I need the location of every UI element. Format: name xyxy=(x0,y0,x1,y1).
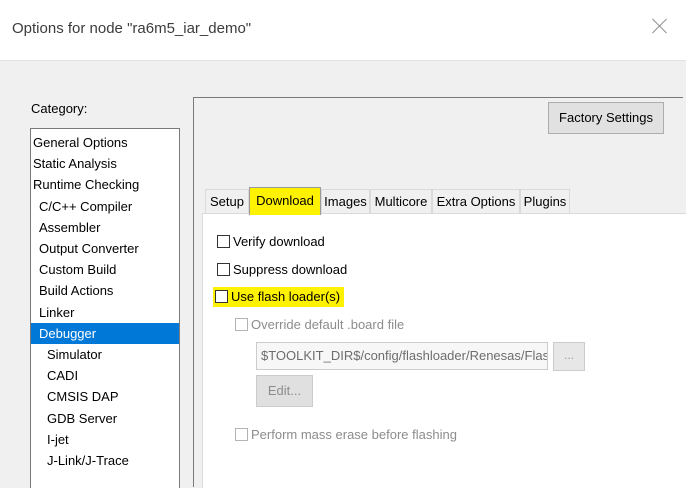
category-item-output-converter[interactable]: Output Converter xyxy=(31,238,179,259)
category-item-static-analysis[interactable]: Static Analysis xyxy=(31,153,179,174)
category-item-cmsis-dap[interactable]: CMSIS DAP xyxy=(31,386,179,407)
category-label: Category: xyxy=(31,101,88,116)
category-item-linker[interactable]: Linker xyxy=(31,302,179,323)
mass-erase-checkbox[interactable]: Perform mass erase before flashing xyxy=(235,425,457,445)
tab-setup[interactable]: Setup xyxy=(205,189,249,213)
title-bar: Options for node "ra6m5_iar_demo" xyxy=(0,0,686,61)
override-board-file-label: Override default .board file xyxy=(251,317,405,332)
window-title: Options for node "ra6m5_iar_demo" xyxy=(12,20,252,37)
factory-settings-button[interactable]: Factory Settings xyxy=(548,102,664,134)
use-flash-loader-label: Use flash loader(s) xyxy=(231,289,341,304)
category-item-custom-build[interactable]: Custom Build xyxy=(31,259,179,280)
override-board-file-checkbox[interactable]: Override default .board file xyxy=(235,315,404,335)
category-item-i-jet[interactable]: I-jet xyxy=(31,429,179,450)
category-list[interactable]: General Options Static Analysis Runtime Ch… xyxy=(30,128,180,488)
suppress-download-checkbox[interactable]: Suppress download xyxy=(217,260,347,280)
category-item-cadi[interactable]: CADI xyxy=(31,365,179,386)
category-item-general-options[interactable]: General Options xyxy=(31,132,179,153)
checkbox-icon[interactable] xyxy=(215,290,228,303)
tab-plugins[interactable]: Plugins xyxy=(520,189,570,213)
mass-erase-label: Perform mass erase before flashing xyxy=(251,427,457,442)
tab-multicore[interactable]: Multicore xyxy=(370,189,432,213)
checkbox-icon[interactable] xyxy=(217,235,230,248)
tab-images[interactable]: Images xyxy=(321,189,370,213)
category-item-c-c-compiler[interactable]: C/C++ Compiler xyxy=(31,196,179,217)
board-file-path-input[interactable]: $TOOLKIT_DIR$/config/flashloader/Renesas… xyxy=(256,342,548,370)
category-item-gdb-server[interactable]: GDB Server xyxy=(31,408,179,429)
tab-extra-options[interactable]: Extra Options xyxy=(432,189,520,213)
category-item-assembler[interactable]: Assembler xyxy=(31,217,179,238)
checkbox-icon[interactable] xyxy=(217,263,230,276)
browse-button[interactable]: ... xyxy=(553,342,585,371)
checkbox-icon[interactable] xyxy=(235,428,248,441)
category-item-j-link-j-trace[interactable]: J-Link/J-Trace xyxy=(31,450,179,471)
verify-download-label: Verify download xyxy=(233,234,325,249)
suppress-download-label: Suppress download xyxy=(233,262,348,277)
category-item-runtime-checking[interactable]: Runtime Checking xyxy=(31,174,179,195)
category-item-debugger[interactable]: Debugger xyxy=(31,322,179,344)
verify-download-checkbox[interactable]: Verify download xyxy=(217,232,325,252)
category-item-simulator[interactable]: Simulator xyxy=(31,344,179,365)
close-icon[interactable] xyxy=(652,18,668,34)
edit-button[interactable]: Edit... xyxy=(256,375,313,407)
tab-download[interactable]: Download xyxy=(249,187,321,215)
category-item-build-actions[interactable]: Build Actions xyxy=(31,280,179,301)
checkbox-icon[interactable] xyxy=(235,318,248,331)
use-flash-loader-checkbox[interactable]: Use flash loader(s) xyxy=(213,287,345,307)
